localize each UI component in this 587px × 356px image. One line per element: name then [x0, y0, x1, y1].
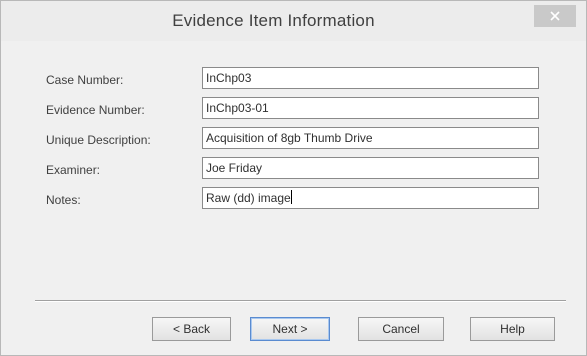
close-button[interactable] — [534, 5, 576, 27]
back-button[interactable]: < Back — [152, 317, 231, 341]
notes-label: Notes: — [46, 193, 81, 207]
cancel-button[interactable]: Cancel — [358, 317, 444, 341]
unique-description-field[interactable]: Acquisition of 8gb Thumb Drive — [202, 127, 539, 149]
dialog-body: Case Number: InChp03 Evidence Number: In… — [13, 41, 574, 347]
close-icon — [550, 11, 560, 21]
evidence-number-field[interactable]: InChp03-01 — [202, 97, 539, 119]
notes-value: Raw (dd) image — [206, 191, 291, 205]
help-button[interactable]: Help — [470, 317, 555, 341]
evidence-number-label: Evidence Number: — [46, 103, 145, 117]
evidence-item-dialog: Evidence Item Information Case Number: I… — [0, 0, 587, 356]
dialog-title: Evidence Item Information — [172, 11, 375, 30]
text-caret — [290, 190, 292, 204]
button-separator — [35, 300, 566, 302]
examiner-field[interactable]: Joe Friday — [202, 157, 539, 179]
title-bar[interactable]: Evidence Item Information — [1, 1, 586, 41]
examiner-label: Examiner: — [46, 163, 101, 177]
next-button[interactable]: Next > — [250, 317, 330, 341]
case-number-label: Case Number: — [46, 73, 124, 87]
unique-description-label: Unique Description: — [46, 133, 151, 147]
case-number-field[interactable]: InChp03 — [202, 67, 539, 89]
notes-field[interactable]: Raw (dd) image — [202, 187, 539, 209]
